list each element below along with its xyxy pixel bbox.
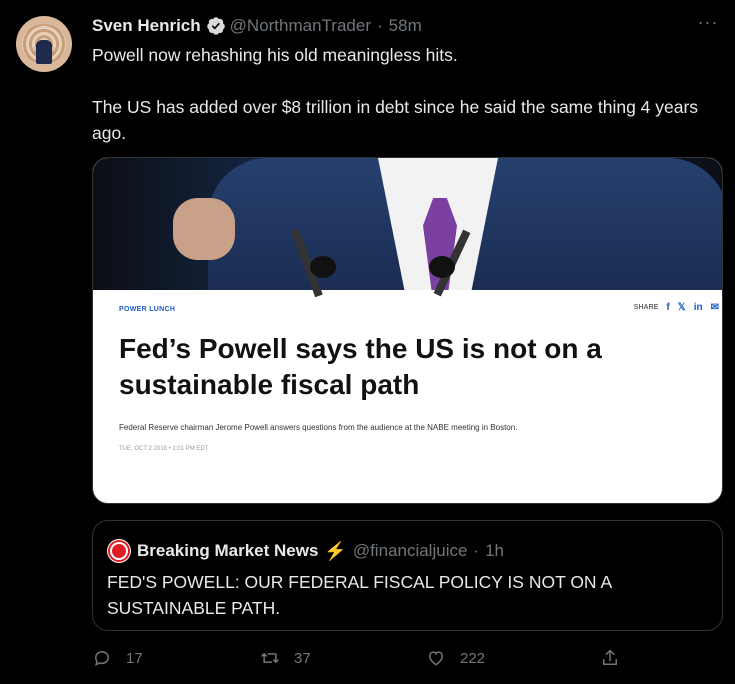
- retweet-icon: [261, 653, 279, 663]
- share-button[interactable]: [600, 648, 634, 668]
- separator-dot: ·: [377, 16, 383, 35]
- quoted-author-avatar: [107, 539, 131, 563]
- reply-icon: [94, 650, 110, 667]
- tweet-text-line: The US has added over $8 trillion in deb…: [92, 97, 699, 143]
- author-handle[interactable]: @NorthmanTrader: [230, 16, 371, 36]
- share-icon: [603, 649, 617, 665]
- tweet-text-line: Powell now rehashing his old meaningless…: [92, 45, 458, 65]
- quoted-tweet-timestamp: 1h: [485, 541, 505, 560]
- separator-dot: ·: [473, 541, 480, 560]
- author-name[interactable]: Sven Henrich: [92, 16, 201, 36]
- twitter-icon: 𝕏: [677, 302, 686, 313]
- linkedin-icon: in: [693, 302, 703, 313]
- retweet-button[interactable]: 37: [260, 648, 311, 668]
- author-avatar[interactable]: [16, 16, 72, 72]
- more-options-icon[interactable]: ···: [697, 13, 719, 32]
- quoted-tweet-text: FED'S POWELL: OUR FEDERAL FISCAL POLICY …: [107, 572, 612, 618]
- article-date: TUE, OCT 2 2018 • 1:01 PM EDT: [119, 446, 209, 452]
- email-icon: ✉: [710, 302, 719, 313]
- reply-button[interactable]: 17: [92, 648, 143, 668]
- article-kicker: POWER LUNCH: [119, 306, 176, 313]
- like-button[interactable]: 222: [426, 648, 485, 668]
- article-description: Federal Reserve chairman Jerome Powell a…: [119, 423, 518, 432]
- verified-badge-icon: [206, 17, 225, 35]
- lightning-bolt-icon: ⚡: [324, 540, 347, 561]
- quoted-tweet[interactable]: Breaking Market News ⚡ @financialjuice ·…: [92, 520, 723, 631]
- heart-icon: [428, 651, 444, 666]
- facebook-icon: f: [666, 302, 670, 313]
- like-count: 222: [460, 649, 486, 667]
- article-share-bar: SHARE f 𝕏 in ✉: [634, 302, 719, 313]
- tweet-text: Powell now rehashing his old meaningless…: [92, 42, 712, 146]
- reply-count: 17: [126, 649, 143, 667]
- quoted-author-handle: @financialjuice: [352, 541, 468, 560]
- article-headline: Fed’s Powell says the US is not on a sus…: [119, 333, 602, 400]
- tweet-header: Sven Henrich @NorthmanTrader · 58m: [92, 14, 422, 38]
- retweet-count: 37: [294, 649, 311, 667]
- tweet-action-bar: 17 37 222: [92, 648, 722, 672]
- article-screenshot: POWER LUNCH SHARE f 𝕏 in ✉ Fed’s Powell …: [119, 302, 719, 452]
- article-share-label: SHARE: [633, 304, 659, 311]
- tweet-timestamp[interactable]: 58m: [389, 16, 422, 36]
- powell-photo: [93, 158, 722, 298]
- tweet-media-image[interactable]: POWER LUNCH SHARE f 𝕏 in ✉ Fed’s Powell …: [92, 157, 723, 504]
- quoted-tweet-header: Breaking Market News ⚡ @financialjuice ·…: [107, 539, 504, 563]
- quoted-author-name: Breaking Market News: [137, 541, 319, 560]
